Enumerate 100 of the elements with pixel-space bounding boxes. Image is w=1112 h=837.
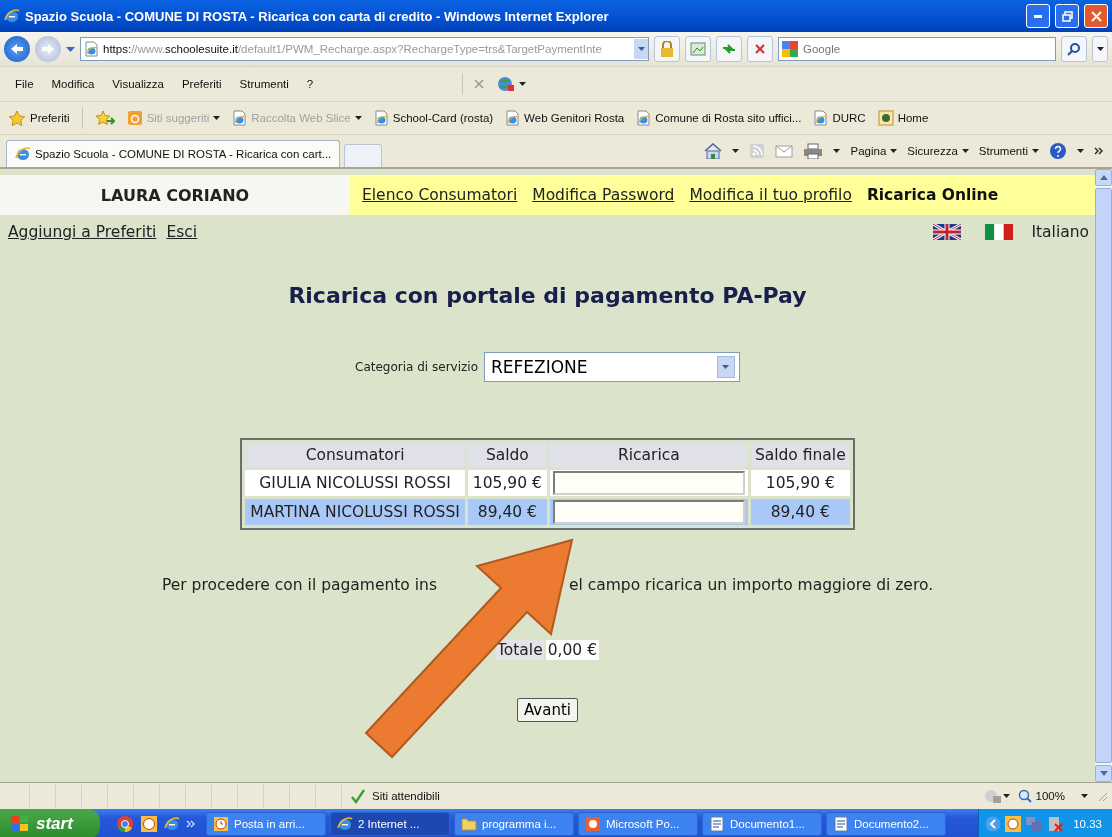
help-icon[interactable]	[1049, 142, 1067, 160]
close-button[interactable]	[1084, 4, 1108, 28]
padlock-icon	[660, 41, 674, 57]
dropdown-button[interactable]	[634, 39, 648, 59]
search-field[interactable]: Google	[778, 37, 1056, 61]
caret-icon	[1096, 47, 1104, 51]
favorites-link[interactable]: DURC	[813, 110, 866, 126]
clock-icon	[213, 816, 229, 832]
nav-link[interactable]: Modifica il tuo profilo	[689, 186, 852, 204]
command-menu[interactable]: Sicurezza	[907, 145, 969, 157]
slides-icon	[585, 816, 601, 832]
caret-icon	[890, 149, 898, 153]
browser-icon	[15, 146, 31, 162]
page-link[interactable]: Esci	[166, 223, 198, 241]
home-icon[interactable]	[704, 143, 723, 159]
total-label: Totale	[495, 640, 544, 660]
chrome-icon[interactable]	[116, 815, 134, 833]
protected-mode-icon[interactable]	[982, 788, 1003, 804]
minimize-button[interactable]	[1026, 4, 1050, 28]
restore-button[interactable]	[1055, 4, 1079, 28]
refresh-button[interactable]	[716, 36, 742, 62]
caret-icon	[354, 116, 362, 120]
forward-arrow-icon	[41, 43, 55, 55]
column-header: Ricarica	[549, 443, 748, 467]
next-button[interactable]: Avanti	[517, 698, 578, 722]
close-icon	[1090, 10, 1102, 22]
zoom-control[interactable]: 100%	[1009, 789, 1096, 803]
windows-flag-icon	[10, 815, 30, 833]
favorites-link[interactable]: Home	[877, 110, 929, 126]
add-favorite-icon[interactable]	[94, 109, 115, 127]
caret-icon	[1077, 149, 1084, 153]
nav-link[interactable]: Elenco Consumatori	[362, 186, 518, 204]
table-cell: MARTINA NICOLUSSI ROSSI	[245, 499, 465, 525]
globe-icon[interactable]	[497, 76, 516, 92]
security-zone: Siti attendibili	[372, 790, 440, 802]
clock-icon[interactable]	[140, 815, 158, 833]
emblem-icon	[877, 110, 894, 126]
menu-item[interactable]: File	[6, 78, 43, 90]
command-menu[interactable]: Pagina	[850, 145, 898, 157]
scroll-down-icon[interactable]	[1099, 771, 1108, 776]
restore-icon	[1061, 10, 1073, 22]
amount-field[interactable]	[552, 500, 745, 524]
taskbar-button[interactable]: programma i...	[454, 812, 574, 836]
menu-item[interactable]: Strumenti	[230, 78, 298, 90]
menu-item[interactable]: Modifica	[42, 78, 104, 90]
taskbar-button[interactable]: Documento2...	[826, 812, 946, 836]
caret-icon[interactable]	[66, 46, 75, 52]
picture-icon	[690, 42, 706, 56]
stop-button[interactable]	[747, 36, 773, 62]
taskbar-button[interactable]: Microsoft Po...	[578, 812, 698, 836]
nav-link[interactable]: Modifica Password	[532, 186, 675, 204]
clock-icon[interactable]	[1005, 816, 1022, 832]
column-header: Consumatori	[245, 443, 465, 467]
favorites-link[interactable]: Comune di Rosta sito uffici...	[636, 110, 802, 126]
favorites-link[interactable]: School-Card (rosta)	[373, 110, 494, 126]
compatibility-button[interactable]	[685, 36, 711, 62]
scroll-up-icon[interactable]	[1099, 175, 1108, 180]
caret-icon	[519, 82, 527, 86]
menu-item[interactable]: Preferiti	[172, 78, 231, 90]
document-icon	[833, 816, 849, 832]
power-icon[interactable]	[1047, 816, 1064, 832]
caret-icon	[961, 149, 969, 153]
nav-link[interactable]: Ricarica Online	[866, 186, 999, 204]
language-label: Italiano	[1031, 223, 1089, 241]
browser-tab[interactable]: Spazio Scuola - COMUNE DI ROSTA - Ricarica con cart...	[6, 140, 341, 167]
chevron-icon[interactable]	[1094, 147, 1104, 155]
italy-flag-icon[interactable]	[985, 224, 1014, 240]
address-field[interactable]: https://www.schoolesuite.it/default1/PWM_Recharge.aspx?RechargeType=trs&TargetPaymentInte	[80, 37, 649, 61]
resize-grip-icon[interactable]	[1096, 790, 1108, 802]
lock-button[interactable]	[654, 36, 680, 62]
start-button[interactable]: start	[0, 809, 100, 837]
command-menu[interactable]: Strumenti	[978, 145, 1039, 157]
back-button[interactable]	[4, 36, 30, 62]
amount-field[interactable]	[552, 471, 745, 495]
table-cell: 105,90 €	[750, 470, 850, 496]
dropdown-button[interactable]	[1092, 36, 1108, 62]
uk-flag-icon[interactable]	[933, 224, 962, 240]
scrollbar[interactable]	[1095, 169, 1112, 782]
favorites-link[interactable]: Web Genitori Rosta	[505, 110, 625, 126]
document-icon	[709, 816, 725, 832]
page-link[interactable]: Aggiungi a Preferiti	[8, 223, 157, 241]
star-icon	[8, 109, 26, 127]
close-icon[interactable]	[473, 78, 486, 90]
favorites-button[interactable]: Preferiti	[8, 109, 70, 127]
caret-icon	[1032, 149, 1039, 153]
browser-icon	[4, 8, 20, 24]
mail-icon[interactable]	[775, 144, 794, 158]
page-icon	[813, 110, 829, 126]
taskbar-button[interactable]: Documento1...	[702, 812, 822, 836]
stop-icon	[754, 43, 766, 55]
refresh-icon	[721, 42, 737, 56]
category-select[interactable]: REFEZIONE	[484, 352, 740, 382]
menu-item[interactable]: Visualizza	[103, 78, 173, 90]
menu-item[interactable]: ?	[297, 78, 323, 90]
taskbar-button[interactable]: Posta in arri...	[206, 812, 326, 836]
taskbar-button[interactable]: 2 Internet ...	[330, 812, 450, 836]
window-title: Spazio Scuola - COMUNE DI ROSTA - Ricarica con carta di credito - Windows Internet Explorer	[25, 8, 610, 24]
table-cell: 89,40 €	[467, 499, 547, 525]
print-icon[interactable]	[803, 143, 824, 159]
search-button[interactable]	[1061, 36, 1087, 62]
